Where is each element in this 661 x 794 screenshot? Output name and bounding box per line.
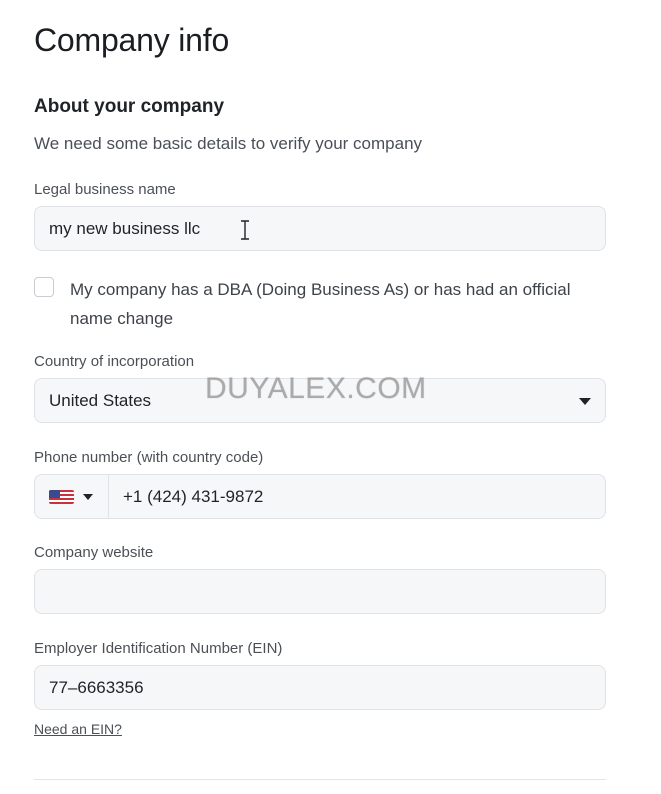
section-title: About your company xyxy=(34,96,225,117)
page-title: Company info xyxy=(34,22,230,58)
section-subtitle: We need some basic details to verify you… xyxy=(34,134,423,153)
phone-label: Phone number (with country code) xyxy=(34,449,264,466)
legal-name-label: Legal business name xyxy=(34,181,176,198)
need-ein-link[interactable]: Need an EIN? xyxy=(34,721,122,737)
country-selected-value: United States xyxy=(49,391,152,410)
chevron-down-icon xyxy=(83,494,93,500)
phone-input[interactable]: +1 (424) 431-9872 xyxy=(123,487,263,507)
legal-name-input[interactable]: my new business llc xyxy=(34,206,606,251)
dropdown-arrow-icon xyxy=(579,398,591,405)
text-cursor-icon xyxy=(241,220,249,240)
country-label: Country of incorporation xyxy=(34,353,195,370)
us-flag-icon xyxy=(49,490,74,504)
ein-input[interactable]: 77–6663356 xyxy=(34,665,606,710)
website-input[interactable] xyxy=(34,569,606,614)
divider xyxy=(34,779,606,780)
dba-checkbox-label[interactable]: My company has a DBA (Doing Business As)… xyxy=(70,275,610,333)
ein-label: Employer Identification Number (EIN) xyxy=(34,640,283,657)
dba-checkbox[interactable] xyxy=(34,277,54,297)
phone-field: +1 (424) 431-9872 xyxy=(34,474,606,519)
country-code-selector[interactable] xyxy=(35,475,109,518)
legal-name-value: my new business llc xyxy=(49,219,201,238)
website-label: Company website xyxy=(34,544,154,561)
ein-value: 77–6663356 xyxy=(49,678,144,697)
country-select[interactable]: United States xyxy=(34,378,606,423)
